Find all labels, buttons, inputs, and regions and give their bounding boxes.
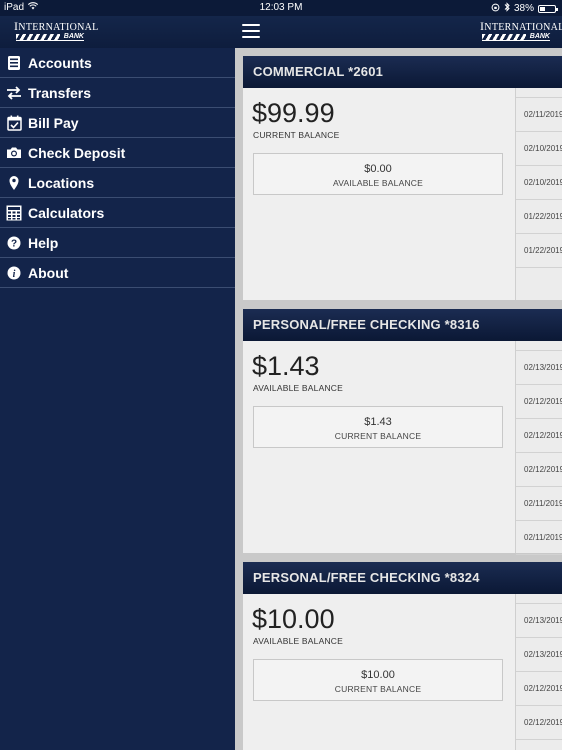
sidebar-item-locations[interactable]: Locations — [0, 168, 235, 198]
accounts-panel: COMMERCIAL *2601 $99.99 CURRENT BALANCE … — [235, 48, 562, 750]
app-header: INTERNATIONAL BANK INTERNATIONAL BANK — [0, 16, 562, 48]
transaction-date[interactable]: 02/11/2019 — [516, 487, 562, 521]
status-bar: iPad 12:03 PM 38% — [0, 0, 562, 16]
battery-fill — [540, 6, 545, 11]
transaction-date[interactable]: 02/13/2019 — [516, 351, 562, 385]
transaction-date[interactable]: 02/10/2019 — [516, 166, 562, 200]
sidebar-item-about[interactable]: i About — [0, 258, 235, 288]
transaction-date[interactable]: 02/13/2019 — [516, 604, 562, 638]
secondary-balance-label: CURRENT BALANCE — [334, 431, 422, 441]
account-balance: $1.43 — [252, 351, 320, 381]
transaction-date[interactable]: 02/13/2019 — [516, 638, 562, 672]
secondary-balance: $1.43 — [364, 416, 392, 428]
sidebar-item-label: Calculators — [28, 204, 105, 221]
transaction-date[interactable]: 02/12/2019 — [516, 385, 562, 419]
sidebar-item-bill-pay[interactable]: Bill Pay — [0, 108, 235, 138]
info-icon: i — [6, 265, 22, 281]
transfers-icon — [6, 85, 22, 101]
sidebar-item-help[interactable]: ? Help — [0, 228, 235, 258]
transaction-list: 02/11/2019 02/10/2019 02/10/2019 01/22/2… — [515, 88, 562, 300]
svg-text:i: i — [13, 269, 16, 280]
account-card-checking-8316[interactable]: PERSONAL/FREE CHECKING *8316 $1.43 AVAIL… — [243, 309, 562, 555]
sidebar-item-label: Check Deposit — [28, 144, 126, 161]
secondary-balance-box: $1.43 CURRENT BALANCE — [253, 406, 503, 448]
sidebar-item-check-deposit[interactable]: Check Deposit — [0, 138, 235, 168]
calendar-check-icon — [6, 115, 22, 131]
secondary-balance-box: $0.00 AVAILABLE BALANCE — [253, 153, 503, 195]
sidebar-item-calculators[interactable]: Calculators — [0, 198, 235, 228]
transaction-date[interactable]: 01/22/2019 — [516, 234, 562, 268]
transaction-date[interactable]: 02/12/2019 — [516, 672, 562, 706]
sidebar-item-label: About — [28, 264, 69, 281]
sidebar-item-label: Transfers — [28, 84, 92, 101]
status-time: 12:03 PM — [259, 2, 303, 13]
bluetooth-icon — [504, 2, 510, 15]
menu-icon[interactable] — [242, 24, 260, 38]
sidebar-item-label: Help — [28, 234, 59, 251]
transaction-list: 02/13/2019 02/13/2019 02/12/2019 02/12/2… — [515, 594, 562, 750]
transaction-date[interactable]: 02/11/2019 — [516, 98, 562, 132]
account-card-commercial[interactable]: COMMERCIAL *2601 $99.99 CURRENT BALANCE … — [243, 56, 562, 300]
secondary-balance-box: $10.00 CURRENT BALANCE — [253, 659, 503, 701]
transaction-date[interactable]: 02/12/2019 — [516, 453, 562, 487]
calculator-icon — [6, 205, 22, 221]
camera-icon — [6, 145, 22, 161]
sidebar-item-accounts[interactable]: Accounts — [0, 48, 235, 78]
accounts-icon — [6, 55, 22, 71]
bank-logo: INTERNATIONAL BANK — [14, 19, 99, 41]
battery-icon — [538, 4, 558, 13]
transaction-date[interactable]: 02/10/2019 — [516, 132, 562, 166]
sidebar-item-label: Accounts — [28, 54, 92, 71]
secondary-balance: $10.00 — [361, 669, 395, 681]
account-card-checking-8324[interactable]: PERSONAL/FREE CHECKING *8324 $10.00 AVAI… — [243, 562, 562, 750]
transaction-date[interactable]: 01/22/2019 — [516, 200, 562, 234]
svg-text:?: ? — [11, 238, 17, 249]
account-title: PERSONAL/FREE CHECKING *8324 — [243, 562, 562, 594]
transaction-date[interactable]: 02/12/2019 — [516, 706, 562, 740]
rotation-lock-icon — [491, 3, 500, 15]
account-balance-label: AVAILABLE BALANCE — [253, 636, 344, 646]
bank-logo-right: INTERNATIONAL BANK — [480, 19, 562, 41]
transaction-date[interactable]: 02/11/2019 — [516, 521, 562, 555]
help-icon: ? — [6, 235, 22, 251]
account-balance-label: AVAILABLE BALANCE — [253, 383, 344, 393]
sidebar-item-transfers[interactable]: Transfers — [0, 78, 235, 108]
transaction-list: 02/13/2019 02/12/2019 02/12/2019 02/12/2… — [515, 341, 562, 555]
sidebar: Accounts Transfers Bill Pay Check Deposi… — [0, 48, 235, 750]
secondary-balance: $0.00 — [364, 163, 392, 175]
sidebar-item-label: Bill Pay — [28, 114, 79, 131]
account-title: COMMERCIAL *2601 — [243, 56, 562, 88]
secondary-balance-label: AVAILABLE BALANCE — [332, 178, 423, 188]
sidebar-item-label: Locations — [28, 174, 95, 191]
map-pin-icon — [6, 175, 22, 191]
secondary-balance-label: CURRENT BALANCE — [334, 684, 422, 694]
battery-percent: 38% — [513, 3, 534, 14]
account-balance: $10.00 — [252, 604, 335, 634]
account-balance-label: CURRENT BALANCE — [253, 130, 340, 140]
transaction-date[interactable]: 02/12/2019 — [516, 419, 562, 453]
account-balance: $99.99 — [252, 98, 335, 128]
account-title: PERSONAL/FREE CHECKING *8316 — [243, 309, 562, 341]
